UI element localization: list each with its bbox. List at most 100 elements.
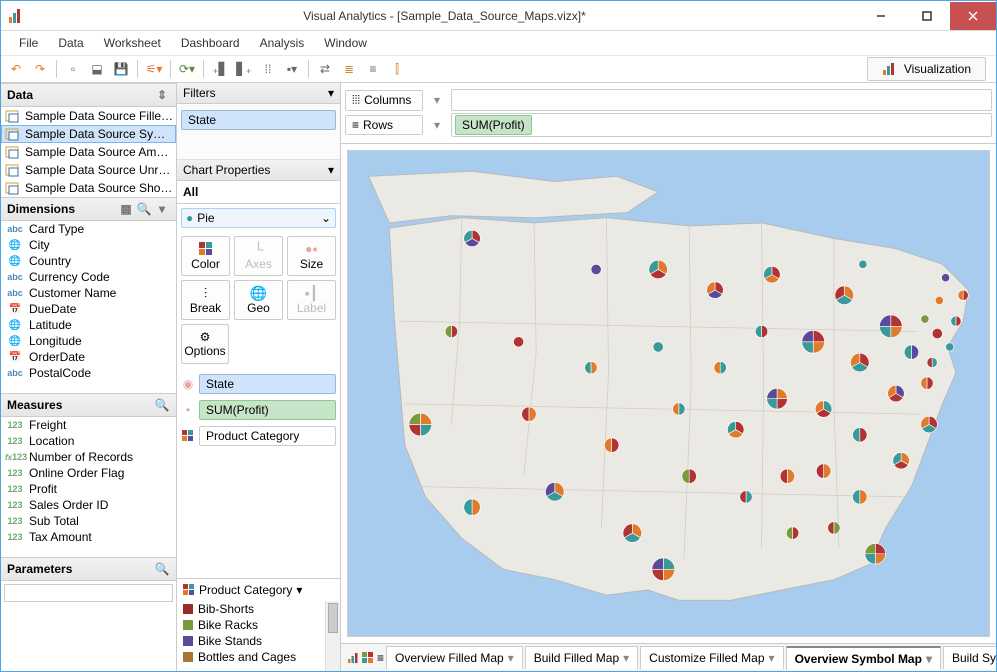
legend-item[interactable]: Bib-Shorts [183, 601, 319, 617]
data-source-item[interactable]: Sample Data Source Fille… [1, 107, 176, 125]
dimension-item[interactable]: 🌐Latitude [1, 317, 176, 333]
chevron-down-icon[interactable]: ▾ [926, 652, 932, 666]
legend: Product Category▾ Bib-ShortsBike RacksBi… [177, 578, 340, 671]
sheet-tab[interactable]: Overview Filled Map▾ [386, 646, 523, 669]
dropdown-icon[interactable]: ▾ [154, 201, 170, 217]
sheet-tab[interactable]: Build Filled Map▾ [525, 646, 638, 669]
rows-shelf[interactable]: SUM(Profit) [451, 113, 992, 137]
close-button[interactable] [950, 2, 996, 30]
dimension-item[interactable]: 📅OrderDate [1, 349, 176, 365]
chart-mini-icon[interactable]: ▪▾ [281, 58, 303, 80]
data-source-item[interactable]: Sample Data Source Unr… [1, 161, 176, 179]
all-tab[interactable]: All [177, 181, 340, 204]
table-icon[interactable]: ▦ [118, 201, 134, 217]
legend-item[interactable]: Bike Stands [183, 633, 319, 649]
measure-item[interactable]: 123Tax Amount [1, 529, 176, 545]
connect-icon[interactable]: ⚟▾ [143, 58, 165, 80]
chevron-down-icon[interactable]: ▾ [429, 118, 445, 132]
chevron-down-icon[interactable]: ▾ [508, 651, 514, 665]
dimension-item[interactable]: abcPostalCode [1, 365, 176, 381]
label-button[interactable]: ▪┃Label [287, 280, 336, 320]
dimension-item[interactable]: abcCurrency Code [1, 269, 176, 285]
align2-icon[interactable]: ≡ [362, 58, 384, 80]
dimension-item[interactable]: 🌐Country [1, 253, 176, 269]
pill-state[interactable]: State [199, 374, 336, 394]
menu-worksheet[interactable]: Worksheet [96, 34, 169, 52]
parameter-input[interactable] [4, 584, 173, 602]
sort-desc-icon[interactable]: ▋₊ [233, 58, 255, 80]
data-panel: Data ⇕ Sample Data Source Fille… Sample … [1, 83, 177, 671]
chart-bars-icon[interactable]: ⁞⁞ [257, 58, 279, 80]
redo-icon[interactable]: ↷ [29, 58, 51, 80]
scrollbar[interactable] [325, 601, 340, 671]
measure-item[interactable]: 123Location [1, 433, 176, 449]
measure-item[interactable]: 123Sub Total [1, 513, 176, 529]
color-button[interactable]: Color [181, 236, 230, 276]
measure-item[interactable]: 123Profit [1, 481, 176, 497]
align1-icon[interactable]: ≣ [338, 58, 360, 80]
undo-icon[interactable]: ↶ [5, 58, 27, 80]
row-pill[interactable]: SUM(Profit) [455, 115, 532, 135]
new-icon[interactable]: ▫ [62, 58, 84, 80]
menu-window[interactable]: Window [316, 34, 375, 52]
sort-asc-icon[interactable]: ₊▋ [209, 58, 231, 80]
menu-data[interactable]: Data [50, 34, 91, 52]
pill-sum-profit[interactable]: SUM(Profit) [199, 400, 336, 420]
dimension-item[interactable]: 🌐Longitude [1, 333, 176, 349]
chart-type-selector[interactable]: ● Pie ⌄ [181, 208, 336, 228]
filter-pill-state[interactable]: State [181, 110, 336, 130]
visualization-button[interactable]: Visualization [867, 57, 986, 81]
dimension-item[interactable]: abcCustomer Name [1, 285, 176, 301]
axes-button[interactable]: └Axes [234, 236, 283, 276]
sheet-tab[interactable]: Customize Filled Map▾ [640, 646, 783, 669]
sheet-tab[interactable]: Overview Symbol Map▾ [786, 646, 941, 670]
window-title: Visual Analytics - [Sample_Data_Source_M… [31, 9, 858, 23]
dimension-item[interactable]: 🌐City [1, 237, 176, 253]
align3-icon[interactable]: ⫿ [386, 58, 408, 80]
map-view[interactable] [347, 150, 990, 637]
dropdown-icon[interactable]: ▾ [296, 583, 302, 597]
rows-shelf-label[interactable]: ≡Rows [345, 115, 423, 135]
legend-item[interactable]: Bottles and Cages [183, 649, 319, 665]
menu-file[interactable]: File [11, 34, 46, 52]
new-story-icon[interactable]: ≡ [377, 647, 384, 669]
pill-product-category[interactable]: Product Category [199, 426, 336, 446]
search-icon[interactable]: 🔍 [154, 561, 170, 577]
sheet-tab[interactable]: Build Symbol Map▾ [943, 646, 996, 669]
chevron-down-icon[interactable]: ▾ [769, 651, 775, 665]
open-icon[interactable]: ⬓ [86, 58, 108, 80]
dropdown-icon[interactable]: ▾ [328, 86, 334, 100]
legend-item[interactable]: Bike Racks [183, 617, 319, 633]
size-button[interactable]: ●●Size [287, 236, 336, 276]
columns-shelf-label[interactable]: ⦙⦙⦙Columns [345, 90, 423, 111]
data-source-item[interactable]: Sample Data Source Sy… [1, 125, 176, 143]
measure-item[interactable]: fx123Number of Records [1, 449, 176, 465]
minimize-button[interactable] [858, 2, 904, 30]
options-button[interactable]: ⚙Options [181, 324, 229, 364]
maximize-button[interactable] [904, 2, 950, 30]
new-sheet-icon[interactable] [345, 647, 359, 669]
measure-item[interactable]: 123Online Order Flag [1, 465, 176, 481]
search-icon[interactable]: 🔍 [154, 397, 170, 413]
search-icon[interactable]: 🔍 [136, 201, 152, 217]
break-button[interactable]: ⫶Break [181, 280, 230, 320]
menu-dashboard[interactable]: Dashboard [173, 34, 248, 52]
chevron-down-icon[interactable]: ▾ [623, 651, 629, 665]
save-icon[interactable]: 💾 [110, 58, 132, 80]
menu-analysis[interactable]: Analysis [252, 34, 313, 52]
filters-shelf[interactable]: State [177, 104, 340, 160]
data-source-item[interactable]: Sample Data Source Am… [1, 143, 176, 161]
chevron-down-icon[interactable]: ▾ [429, 93, 445, 107]
dimension-item[interactable]: abcCard Type [1, 221, 176, 237]
dimension-item[interactable]: 📅DueDate [1, 301, 176, 317]
measure-item[interactable]: 123Freight [1, 417, 176, 433]
dropdown-icon[interactable]: ▾ [328, 163, 334, 177]
measure-item[interactable]: 123Sales Order ID [1, 497, 176, 513]
new-dashboard-icon[interactable] [361, 647, 375, 669]
data-source-item[interactable]: Sample Data Source Sho… [1, 179, 176, 197]
swap-icon[interactable]: ⇄ [314, 58, 336, 80]
geo-button[interactable]: 🌐Geo [234, 280, 283, 320]
columns-shelf[interactable] [451, 89, 992, 111]
updown-icon[interactable]: ⇕ [154, 87, 170, 103]
refresh-icon[interactable]: ⟳▾ [176, 58, 198, 80]
